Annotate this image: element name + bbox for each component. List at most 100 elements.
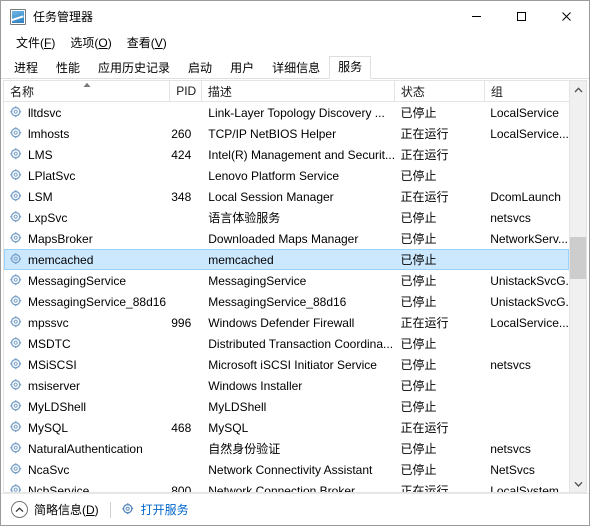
cell-description-text: TCP/IP NetBIOS Helper — [208, 126, 337, 141]
open-services-label: 打开服务 — [140, 503, 189, 517]
table-row[interactable]: mpssvc 1996 Windows Defender Firewall 正在运行 L… — [4, 312, 569, 333]
scrollbar-thumb[interactable] — [570, 237, 586, 279]
cell-group — [484, 418, 568, 437]
service-gear-icon — [10, 463, 23, 476]
scrollbar-track[interactable] — [570, 98, 586, 475]
menu-view[interactable]: 查看(V) — [121, 35, 174, 52]
table-row[interactable]: MSiSCSI Microsoft iSCSI Initiator Service… — [4, 354, 569, 375]
cell-pid: 1800 — [171, 481, 203, 493]
close-button[interactable] — [544, 1, 589, 32]
service-gear-icon — [10, 211, 23, 224]
open-services-link[interactable]: 打开服务 — [121, 501, 189, 518]
cell-name-text: MessagingService_88d16 — [28, 294, 167, 309]
column-header-group[interactable]: 组 — [485, 81, 569, 101]
menu-file[interactable]: 文件(F) — [10, 35, 62, 52]
table-row[interactable]: MapsBroker Downloaded Maps Manager 已停止 Netw… — [4, 228, 569, 249]
cell-name-text: memcached — [28, 252, 94, 267]
gear-icon — [121, 503, 135, 516]
table-row[interactable]: LSM 1348 Local Session Manager 正在运行 DcomLaun… — [4, 186, 569, 207]
cell-pid — [171, 250, 203, 269]
cell-status-text: 已停止 — [400, 295, 437, 309]
services-panel: 名称 PID 描述 状态 组 lltdsvc Link-Layer Topolo… — [1, 79, 589, 493]
service-gear-icon — [10, 400, 23, 413]
table-row[interactable]: NcaSvc Network Connectivity Assistant 已停止 N… — [4, 459, 569, 480]
cell-name-text: LxpSvc — [28, 210, 68, 225]
cell-pid — [171, 397, 203, 416]
cell-status: 已停止 — [394, 271, 484, 290]
tab-users-label: 用户 — [230, 61, 255, 75]
column-header-pid[interactable]: PID — [170, 81, 202, 101]
sort-ascending-icon — [83, 82, 91, 87]
minimize-button[interactable] — [454, 1, 499, 32]
cell-description: 自然身份验证 — [202, 439, 394, 458]
table-row[interactable]: msiserver Windows Installer 已停止 — [4, 375, 569, 396]
cell-description: MySQL — [202, 418, 394, 437]
cell-status: 已停止 — [394, 460, 484, 479]
cell-name-text: MyLDShell — [28, 399, 87, 414]
cell-group-text: LocalService — [490, 105, 559, 120]
cell-status-text: 已停止 — [400, 169, 437, 183]
table-row[interactable]: lmhosts 5260 TCP/IP NetBIOS Helper 正在运行 Loca… — [4, 123, 569, 144]
tab-processes[interactable]: 进程 — [5, 57, 47, 79]
maximize-button[interactable] — [499, 1, 544, 32]
cell-description: MessagingService_88d16 — [202, 292, 394, 311]
column-header-description[interactable]: 描述 — [202, 81, 395, 101]
cell-group-text: LocalService... — [490, 126, 569, 141]
table-row[interactable]: MSDTC Distributed Transaction Coordina...… — [4, 333, 569, 354]
table-row[interactable]: lltdsvc Link-Layer Topology Discovery ...… — [4, 102, 569, 123]
menu-options[interactable]: 选项(O) — [64, 35, 118, 52]
cell-status-text: 已停止 — [400, 379, 437, 393]
column-header-name-label: 名称 — [10, 84, 35, 99]
cell-pid — [171, 166, 203, 185]
services-grid: 名称 PID 描述 状态 组 lltdsvc Link-Layer Topolo… — [3, 80, 587, 493]
cell-pid — [171, 292, 203, 311]
cell-group — [484, 250, 568, 269]
cell-status: 已停止 — [394, 355, 484, 374]
tab-services[interactable]: 服务 — [329, 56, 372, 79]
cell-status: 已停止 — [394, 103, 484, 122]
tab-app-history-label: 应用历史记录 — [98, 61, 171, 75]
table-row[interactable]: NcbService 1800 Network Connection Broker 正… — [4, 480, 569, 492]
cell-name: lmhosts — [5, 124, 171, 143]
cell-status-text: 已停止 — [400, 274, 437, 288]
cell-name: MessagingService_88d16 — [5, 292, 171, 311]
cell-pid-text: 1996 — [171, 315, 192, 330]
cell-name: MyLDShell — [5, 397, 171, 416]
table-row[interactable]: MySQL 5468 MySQL 正在运行 — [4, 417, 569, 438]
tab-performance[interactable]: 性能 — [47, 57, 89, 79]
cell-description-text: Intel(R) Management and Securit... — [208, 147, 395, 162]
cell-status: 正在运行 — [394, 481, 484, 492]
cell-group-text: netsvcs — [490, 441, 531, 456]
tab-users[interactable]: 用户 — [221, 57, 263, 79]
column-header-status[interactable]: 状态 — [395, 81, 485, 101]
grid-header: 名称 PID 描述 状态 组 — [4, 81, 569, 102]
cell-description: TCP/IP NetBIOS Helper — [202, 124, 394, 143]
cell-status-text: 已停止 — [400, 442, 437, 456]
cell-pid: 5468 — [171, 418, 203, 437]
cell-group: netsvcs — [484, 208, 568, 227]
table-row[interactable]: LxpSvc 语言体验服务 已停止 netsvcs — [4, 207, 569, 228]
tab-app-history[interactable]: 应用历史记录 — [89, 57, 179, 79]
table-row[interactable]: LPlatSvc Lenovo Platform Service 已停止 — [4, 165, 569, 186]
cell-description-text: 自然身份验证 — [208, 442, 281, 456]
menu-options-label: 选项(O) — [70, 35, 112, 50]
cell-group — [484, 334, 568, 353]
cell-pid: 5260 — [171, 124, 203, 143]
cell-status-text: 已停止 — [400, 463, 437, 477]
scroll-up-button[interactable] — [570, 81, 586, 98]
table-row[interactable]: MessagingService MessagingService 已停止 Unist… — [4, 270, 569, 291]
cell-pid-text: 5260 — [171, 126, 192, 141]
table-row[interactable]: NaturalAuthentication 自然身份验证 已停止 netsvcs — [4, 438, 569, 459]
table-row[interactable]: MessagingService_88d16 MessagingService_8… — [4, 291, 569, 312]
fewer-details-button[interactable]: 简略信息(D) — [11, 501, 99, 518]
tab-details[interactable]: 详细信息 — [263, 57, 329, 79]
table-row[interactable]: memcached memcached 已停止 — [4, 249, 569, 270]
vertical-scrollbar[interactable] — [569, 81, 586, 492]
table-row[interactable]: LMS 5424 Intel(R) Management and Securit..… — [4, 144, 569, 165]
column-header-name[interactable]: 名称 — [4, 81, 171, 101]
cell-status: 已停止 — [394, 334, 484, 353]
cell-description-text: Microsoft iSCSI Initiator Service — [208, 357, 377, 372]
table-row[interactable]: MyLDShell MyLDShell 已停止 — [4, 396, 569, 417]
tab-startup[interactable]: 启动 — [179, 57, 221, 79]
scroll-down-button[interactable] — [570, 475, 586, 492]
